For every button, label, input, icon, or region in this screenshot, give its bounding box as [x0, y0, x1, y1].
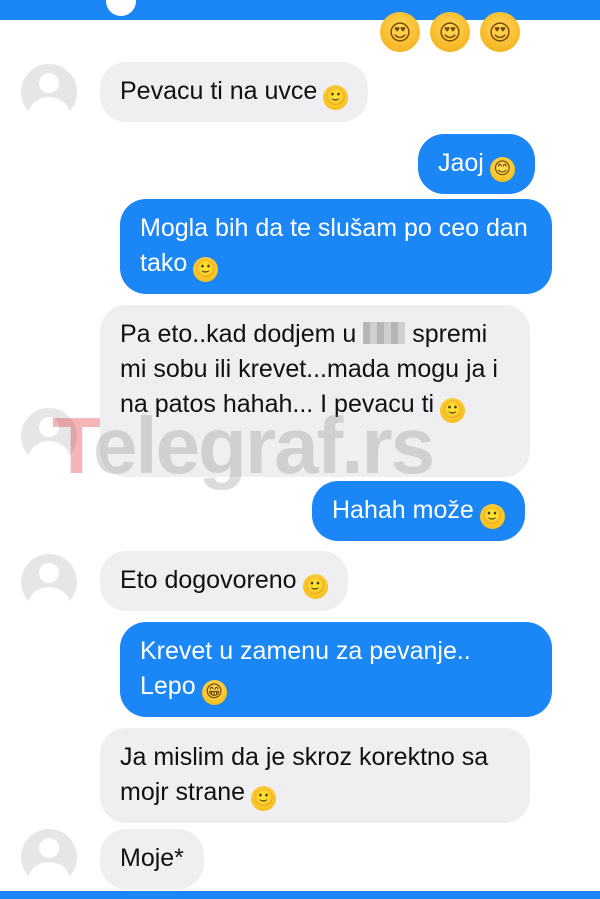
message-text: Pevacu ti na uvce [120, 77, 318, 105]
message-text: Hahah može [332, 496, 474, 524]
grin-emoji-icon: 😁 [201, 680, 227, 705]
message-text: Eto dogovoreno [120, 566, 297, 594]
sent-message[interactable]: Mogla bih da te slušam po ceo dan tako 🙂 [120, 199, 552, 294]
smiley-emoji-icon: 🙂 [251, 786, 277, 811]
heart-eyes-emoji-icon: 😍 [430, 12, 470, 52]
contact-avatar[interactable] [21, 554, 77, 610]
contact-avatar[interactable] [21, 829, 77, 885]
received-message[interactable]: Ja mislim da je skroz korektno sa mojr s… [100, 728, 530, 823]
smiley-emoji-icon: 🙂 [479, 504, 505, 529]
received-message[interactable]: Pa eto..kad dodjem u spremi mi sobu ili … [100, 305, 530, 477]
received-message[interactable]: Pevacu ti na uvce 🙂 [100, 62, 369, 122]
message-text: Krevet u zamenu za pevanje.. Lepo [140, 637, 471, 700]
blush-emoji-icon: 😊 [489, 157, 515, 182]
heart-eyes-emoji-icon: 😍 [380, 12, 420, 52]
censored-word [363, 322, 406, 344]
smiley-emoji-icon: 🙂 [440, 398, 466, 423]
message-text: Ja mislim da je skroz korektno sa mojr s… [120, 743, 489, 806]
contact-avatar[interactable] [21, 408, 77, 464]
message-text: Jaoj [438, 149, 484, 177]
message-text: Moje* [120, 844, 184, 872]
contact-avatar[interactable] [21, 64, 77, 120]
smiley-emoji-icon: 🙂 [302, 574, 328, 599]
top-emoji-row: 😍 😍 😍 [380, 12, 520, 52]
header-avatar[interactable] [106, 0, 136, 16]
bottom-bar [0, 891, 600, 899]
message-text: Pa eto..kad dodjem u [120, 320, 357, 348]
heart-eyes-emoji-icon: 😍 [480, 12, 520, 52]
smiley-emoji-icon: 🙂 [193, 257, 219, 282]
received-message[interactable]: Moje* [100, 829, 204, 889]
sent-message[interactable]: Hahah može 🙂 [312, 481, 525, 541]
received-message[interactable]: Eto dogovoreno 🙂 [100, 551, 348, 611]
smiley-emoji-icon: 🙂 [323, 85, 349, 110]
sent-message[interactable]: Krevet u zamenu za pevanje.. Lepo 😁 [120, 622, 552, 717]
sent-message[interactable]: Jaoj 😊 [418, 134, 535, 194]
